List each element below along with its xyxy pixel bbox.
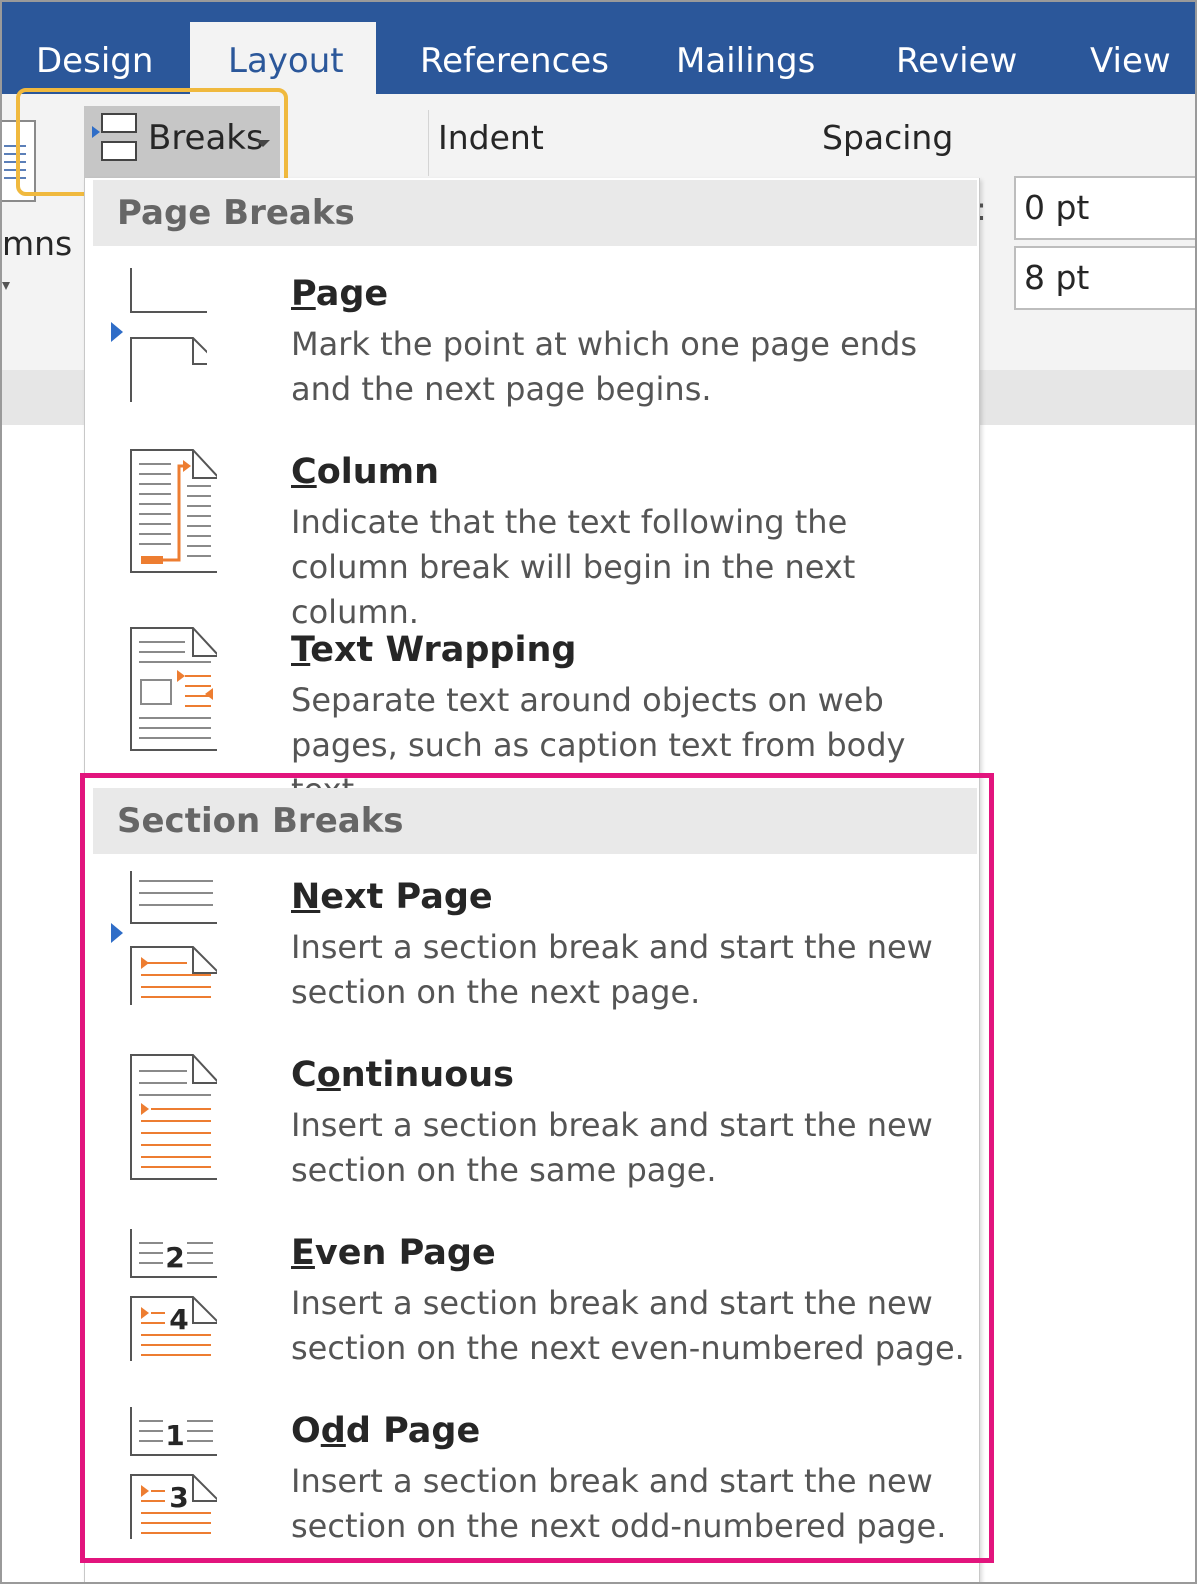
column-description: Indicate that the text following the col… xyxy=(291,503,856,631)
indent-label: Indent xyxy=(438,118,544,157)
spacing-label: Spacing xyxy=(822,118,954,157)
column-break-icon xyxy=(130,449,217,573)
menu-item-column[interactable]: Column Indicate that the text following … xyxy=(85,449,979,631)
group-separator xyxy=(428,110,429,176)
section-breaks-highlight-box xyxy=(80,773,994,1563)
page-insert-arrow-icon xyxy=(111,322,123,342)
tab-design[interactable]: Design xyxy=(36,36,153,94)
spacing-after-input[interactable]: 8 pt xyxy=(1014,246,1195,310)
columns-label[interactable]: mns xyxy=(2,224,72,263)
ribbon-tabs-bar: Design Layout References Mailings Review… xyxy=(2,2,1195,94)
page-breaks-header: Page Breaks xyxy=(93,180,977,246)
spacing-before-input[interactable]: 0 pt xyxy=(1014,176,1195,240)
tab-view[interactable]: View xyxy=(1090,36,1171,94)
tab-references[interactable]: References xyxy=(420,36,609,94)
page-title: Page xyxy=(291,274,389,314)
column-title: Column xyxy=(291,452,440,492)
text-wrapping-icon xyxy=(130,627,217,751)
tab-layout[interactable]: Layout xyxy=(190,22,376,94)
menu-item-page[interactable]: Page Mark the point at which one page en… xyxy=(85,268,979,452)
columns-caret-icon xyxy=(2,282,10,290)
tab-review[interactable]: Review xyxy=(896,36,1017,94)
window-frame: Design Layout References Mailings Review… xyxy=(0,0,1197,1584)
tab-mailings[interactable]: Mailings xyxy=(676,36,815,94)
page-description: Mark the point at which one page ends an… xyxy=(291,325,918,408)
text-wrapping-title: Text Wrapping xyxy=(291,630,577,670)
